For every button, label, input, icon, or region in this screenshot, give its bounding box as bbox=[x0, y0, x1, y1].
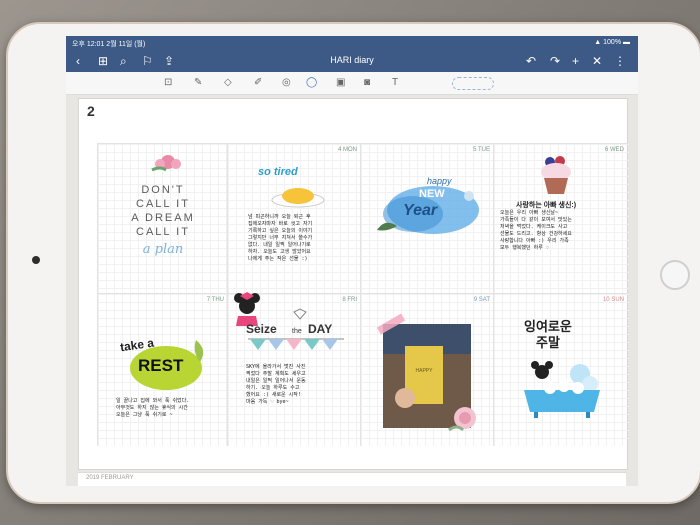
day-cell-sunday[interactable]: 10 SUN 잉여로운 주말 bbox=[493, 293, 628, 446]
day-cell-saturday[interactable]: 9 SAT HAPPY bbox=[360, 293, 494, 446]
minnie-sticker bbox=[234, 292, 260, 326]
handwritten-note-thursday: 일 끝나고 집에 와서 푹 쉬었다. 아무것도 하지 않는 휴식의 시간 오늘은… bbox=[116, 398, 190, 418]
lasso-icon[interactable]: ◯ bbox=[306, 77, 317, 89]
nav-bar: ‹ ⊞ ⌕ ⚐ ⇪ HARI diary ↶ ↷ + ✕ ⋮ bbox=[66, 50, 638, 72]
quote-plan: a plan bbox=[142, 242, 184, 257]
eraser-icon[interactable]: ◇ bbox=[224, 77, 232, 89]
month-number: 2 bbox=[87, 103, 95, 119]
image-icon[interactable]: ▣ bbox=[336, 77, 345, 89]
handwritten-note-wednesday: 오늘은 우리 아빠 생신날~ 가족들이 다 같이 모여서 맛있는 저녁을 먹었다… bbox=[500, 210, 572, 251]
zoom-window-icon[interactable]: ⊡ bbox=[164, 77, 172, 89]
day-header-monday: 4 MON bbox=[337, 147, 357, 153]
quote-line-2: CALL IT bbox=[136, 198, 190, 210]
diary-page[interactable]: 2 DON'T CALL IT A DREAM CALL IT a plan 4… bbox=[78, 98, 628, 470]
quote-line-3: A DREAM bbox=[131, 212, 195, 224]
status-time: 오후 12:01 bbox=[72, 41, 105, 48]
home-button[interactable] bbox=[660, 260, 690, 290]
new-text: NEW bbox=[419, 188, 445, 200]
day-text: DAY bbox=[308, 322, 333, 336]
day-cell-tuesday[interactable]: 5 TUE happy NEW Year bbox=[360, 143, 494, 294]
flower-sticker bbox=[151, 155, 181, 172]
cupcake-sticker bbox=[541, 156, 571, 194]
so-tired-sticker-text: so tired bbox=[258, 166, 298, 178]
handwritten-note-monday: 넘 피곤하니까 오늘 퇴근 후 집에오자마자 바로 씻고 자기 기록하고 싶은 … bbox=[248, 214, 313, 262]
diamond-icon bbox=[293, 308, 307, 320]
day-header-saturday: 9 SAT bbox=[473, 297, 490, 303]
text-tool-icon[interactable]: T bbox=[392, 77, 398, 89]
day-header-thursday: 7 THU bbox=[206, 297, 224, 303]
week-grid: DON'T CALL IT A DREAM CALL IT a plan 4 M… bbox=[79, 125, 628, 446]
the-text: the bbox=[292, 328, 302, 335]
handwritten-note-friday: SKY에 올라가서 멋진 사진 찍었다 주말 계획도 세우고 내일은 일찍 일어… bbox=[246, 364, 306, 405]
day-cell-friday[interactable]: 8 FRI Seize the DAY SKY에 올라가서 멋진 사진 찍었다 … bbox=[227, 292, 361, 446]
seize-text: Seize bbox=[246, 322, 277, 336]
peony-sticker bbox=[448, 407, 476, 432]
minnie-bathtub-sticker bbox=[524, 361, 600, 418]
happy-text: happy bbox=[427, 176, 452, 186]
day-header-tuesday: 5 TUE bbox=[473, 147, 490, 153]
pen-icon[interactable]: ✎ bbox=[194, 77, 202, 89]
rest-text: REST bbox=[138, 356, 184, 375]
day-header-friday: 8 FRI bbox=[342, 297, 357, 303]
shape-icon[interactable]: ◎ bbox=[282, 77, 291, 89]
day-cell-quote[interactable]: DON'T CALL IT A DREAM CALL IT a plan bbox=[97, 143, 228, 294]
day-cell-thursday[interactable]: 7 THU take a REST 일 끝나고 집에 와서 푹 쉬었다. 아무것… bbox=[97, 293, 228, 446]
redo-icon[interactable]: ↷ bbox=[550, 54, 560, 68]
battery-indicator: ▲ 100% ▬ bbox=[594, 39, 630, 46]
wednesday-title: 사랑하는 아빠 생신:) bbox=[516, 202, 577, 209]
year-text: Year bbox=[403, 202, 438, 219]
quote-line-4: CALL IT bbox=[136, 226, 190, 238]
lasso-selection-indicator[interactable] bbox=[452, 77, 494, 90]
day-cell-wednesday[interactable]: 6 WED 사랑하는 아빠 생신:) 오늘은 우리 아빠 생신날~ 가족들이 다… bbox=[493, 143, 628, 294]
photo-hand bbox=[395, 388, 415, 408]
close-icon[interactable]: ✕ bbox=[592, 54, 602, 68]
front-camera bbox=[32, 256, 40, 264]
status-date: 2월 11일 (월) bbox=[106, 41, 146, 48]
more-icon[interactable]: ⋮ bbox=[614, 54, 626, 68]
undo-icon[interactable]: ↶ bbox=[526, 54, 536, 68]
day-header-wednesday: 6 WED bbox=[604, 147, 624, 153]
status-bar: 오후 12:01 2월 11일 (월) ▲ 100% ▬ bbox=[66, 36, 638, 50]
day-header-sunday: 10 SUN bbox=[602, 297, 624, 303]
sunday-title-line-2: 주말 bbox=[536, 335, 560, 350]
next-page-peek: 2019 FEBRUARY bbox=[78, 472, 626, 486]
app-screen: 오후 12:01 2월 11일 (월) ▲ 100% ▬ ‹ ⊞ ⌕ ⚐ ⇪ H… bbox=[66, 36, 638, 486]
bunting-sticker bbox=[248, 338, 344, 350]
battery-percent: 100% bbox=[603, 39, 622, 46]
drawing-toolbar: ⊡ ✎ ◇ ✐ ◎ ◯ ▣ ◙ T bbox=[66, 72, 638, 95]
gudetama-sticker bbox=[271, 188, 325, 208]
day-cell-monday[interactable]: 4 MON so tired 넘 피곤하니까 오늘 퇴근 후 집에오자마자 바로… bbox=[227, 143, 361, 294]
camera-icon[interactable]: ◙ bbox=[364, 77, 370, 89]
quote-line-1: DON'T bbox=[141, 184, 185, 196]
next-page-label: 2019 FEBRUARY bbox=[86, 475, 134, 481]
add-page-icon[interactable]: + bbox=[572, 54, 579, 68]
highlighter-icon[interactable]: ✐ bbox=[254, 77, 262, 89]
